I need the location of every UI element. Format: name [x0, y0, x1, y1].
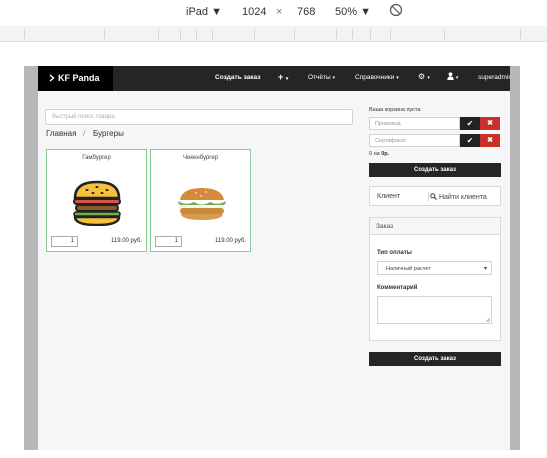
- certificate-input[interactable]: Сертификат: [369, 134, 460, 147]
- payment-type-select[interactable]: Наличный расчет ▾: [377, 261, 492, 275]
- cart-total-amount: 0р.: [381, 151, 390, 157]
- order-panel: Заказ Тип оплаты Наличный расчет ▾ Комме…: [369, 217, 501, 341]
- nav-create-order[interactable]: Создать заказ: [215, 74, 260, 81]
- product-search-input[interactable]: быстрый поиск товара: [45, 109, 353, 125]
- nav-reports[interactable]: Отчёты ▾: [308, 74, 335, 81]
- client-label: Клиент: [377, 193, 401, 200]
- nav-add-dropdown[interactable]: + ▾: [278, 72, 288, 82]
- top-navbar: KF Panda Создать заказ + ▾ Отчёты ▾ Спра…: [38, 66, 510, 91]
- caret-down-icon: ▾: [332, 75, 336, 81]
- find-client-button[interactable]: Найти клиента: [430, 193, 487, 201]
- client-divider: [428, 192, 429, 202]
- promo-clear-button[interactable]: ✖: [480, 117, 500, 130]
- width-field[interactable]: 1024: [242, 6, 266, 18]
- quantity-input[interactable]: 1: [51, 236, 78, 247]
- zoom-select[interactable]: 50% ▼: [335, 6, 371, 18]
- app-viewport: KF Panda Создать заказ + ▾ Отчёты ▾ Спра…: [38, 66, 510, 450]
- cart-total: 0 на 0р.: [369, 151, 389, 157]
- quantity-input[interactable]: 1: [155, 236, 182, 247]
- caret-down-icon: ▾: [285, 76, 289, 82]
- dimension-separator: ×: [276, 6, 283, 18]
- caret-down-icon: ▾: [396, 75, 399, 81]
- product-card[interactable]: Чикенбургер 1 119.00 руб.: [150, 149, 251, 252]
- brand-name: KF Panda: [58, 73, 100, 83]
- nav-directories[interactable]: Справочники ▾: [355, 74, 399, 81]
- check-icon: ✔: [466, 136, 474, 145]
- nav-directories-label: Справочники: [355, 74, 395, 81]
- device-select[interactable]: iPad ▼: [186, 6, 222, 18]
- resize-handle-icon[interactable]: [485, 317, 490, 322]
- nav-reports-label: Отчёты: [308, 74, 331, 81]
- caret-down-icon: ▾: [427, 75, 430, 81]
- close-icon: ✖: [487, 137, 493, 144]
- breadcrumb-current: Бургеры: [93, 129, 124, 138]
- product-name: Гамбургер: [82, 155, 111, 161]
- chickenburger-image: [178, 188, 226, 220]
- caret-down-icon: ▾: [483, 266, 487, 272]
- find-client-label: Найти клиента: [438, 194, 487, 201]
- device-toolbar: iPad ▼ 1024 × 768 50% ▼: [0, 0, 547, 26]
- payment-type-label: Тип оплаты: [377, 250, 412, 256]
- promo-apply-button[interactable]: ✔: [460, 117, 480, 130]
- hamburger-image: [73, 180, 121, 226]
- comment-label: Комментарий: [377, 285, 418, 291]
- client-panel: Клиент Найти клиента: [369, 186, 501, 206]
- rotate-icon[interactable]: [389, 3, 403, 20]
- check-icon: ✔: [466, 119, 474, 128]
- chevron-right-icon: [49, 73, 55, 83]
- create-order-button[interactable]: Создать заказ: [369, 163, 501, 177]
- product-price: 119.00 руб.: [110, 238, 142, 244]
- product-name: Чикенбургер: [183, 155, 218, 161]
- breadcrumb-separator: /: [83, 129, 86, 138]
- create-order-bottom-button[interactable]: Создать заказ: [369, 352, 501, 366]
- cart-empty-text: Ваша корзина пуста: [369, 107, 421, 113]
- product-card[interactable]: Гамбургер 1 119.00 руб.: [46, 149, 147, 252]
- search-icon: [430, 193, 437, 200]
- order-panel-heading: Заказ: [370, 218, 500, 235]
- device-name: iPad: [186, 6, 209, 18]
- zoom-value: 50%: [335, 6, 358, 18]
- nav-user-menu[interactable]: ▾: [447, 72, 458, 81]
- comment-textarea[interactable]: [377, 296, 492, 324]
- breadcrumb-home[interactable]: Главная: [46, 129, 76, 138]
- close-icon: ✖: [487, 120, 493, 127]
- nav-settings[interactable]: ⚙ ▾: [418, 72, 430, 81]
- promo-code-input[interactable]: Промокод: [369, 117, 460, 130]
- certificate-clear-button[interactable]: ✖: [480, 134, 500, 147]
- nav-username[interactable]: superadmin: [478, 74, 510, 81]
- certificate-apply-button[interactable]: ✔: [460, 134, 480, 147]
- cart-total-prefix: 0 на: [369, 151, 380, 157]
- payment-type-value: Наличный расчет: [386, 266, 431, 272]
- media-query-ruler: [0, 26, 547, 42]
- gear-icon: ⚙: [418, 72, 426, 81]
- height-field[interactable]: 768: [297, 6, 315, 18]
- plus-icon: +: [278, 72, 284, 82]
- user-icon: [447, 72, 454, 80]
- product-price: 119.00 руб.: [214, 238, 246, 244]
- caret-down-icon: ▾: [455, 75, 459, 81]
- brand[interactable]: KF Panda: [38, 66, 113, 91]
